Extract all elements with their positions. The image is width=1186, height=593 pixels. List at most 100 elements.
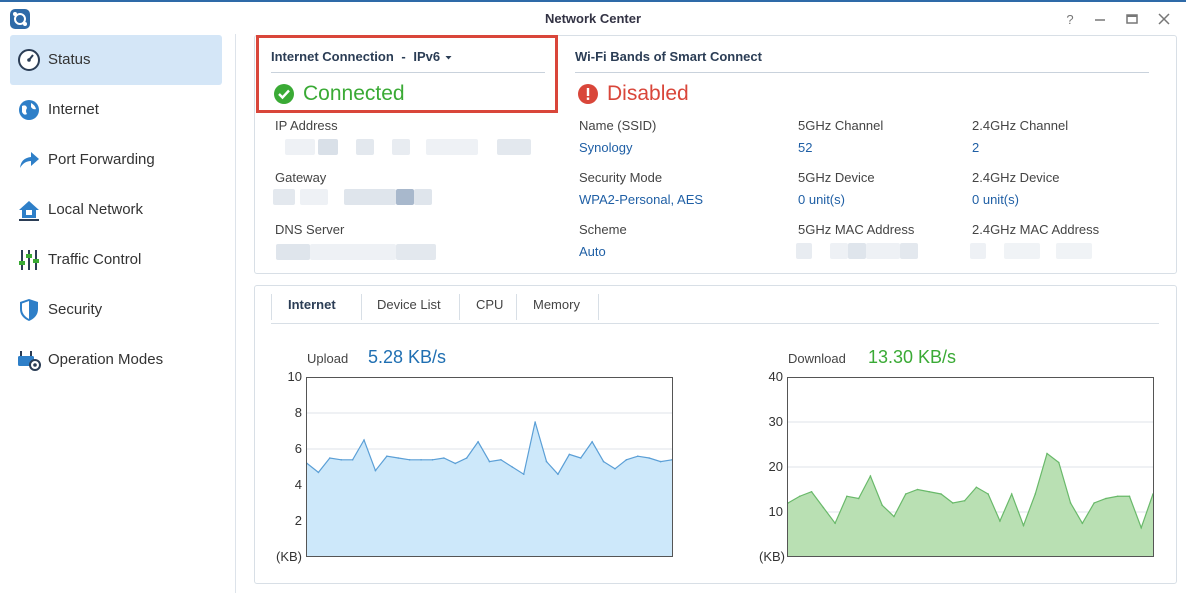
sidebar-item-label: Port Forwarding: [48, 151, 155, 168]
ip-address-label: IP Address: [275, 118, 338, 133]
upload-data-point: [431, 459, 434, 461]
upload-data-point: [351, 459, 354, 461]
download-data-point: [869, 475, 872, 477]
download-data-point: [1105, 497, 1107, 500]
globe-icon: [19, 100, 39, 120]
tab-cpu[interactable]: CPU: [476, 297, 503, 312]
sidebar-item-traffic-control[interactable]: Traffic Control: [10, 235, 222, 285]
help-icon[interactable]: ?: [1061, 10, 1079, 28]
minimize-icon[interactable]: [1091, 10, 1109, 28]
upload-data-point: [511, 466, 514, 468]
upload-data-point: [614, 468, 616, 470]
upload-y-tick-label: 10: [287, 369, 302, 384]
sidebar-item-label: Internet: [48, 101, 99, 118]
24ghz-channel-label: 2.4GHz Channel: [972, 118, 1069, 133]
upload-y-tick-label: 2: [294, 513, 302, 528]
download-data-point: [893, 515, 895, 518]
upload-data-point: [591, 441, 593, 443]
tab-memory[interactable]: Memory: [533, 297, 580, 312]
download-y-unit: (KB): [759, 549, 785, 564]
download-data-point: [1034, 493, 1037, 495]
download-data-point: [999, 520, 1001, 522]
download-data-point: [1058, 461, 1060, 464]
wifi-status: Disabled: [607, 82, 689, 105]
tab-separator: [516, 294, 517, 320]
download-data-point: [1116, 495, 1119, 498]
upload-data-point: [374, 469, 377, 472]
close-icon[interactable]: [1155, 10, 1173, 28]
upload-data-point: [420, 459, 422, 461]
download-data-point: [1093, 502, 1095, 504]
download-rate: 13.30 KB/s: [868, 347, 957, 367]
gateway-label: Gateway: [275, 170, 327, 185]
home-network-icon: [19, 201, 39, 221]
upload-data-point: [317, 471, 320, 474]
download-chart: [787, 377, 1154, 557]
sidebar-item-local-network[interactable]: Local Network: [10, 185, 222, 235]
download-data-point: [1140, 526, 1143, 529]
upload-data-point: [386, 455, 388, 457]
5ghz-channel-label: 5GHz Channel: [798, 118, 884, 133]
sidebar-item-security[interactable]: Security: [10, 285, 222, 335]
upload-data-point: [557, 473, 559, 475]
highlight-box: [256, 35, 558, 113]
upload-data-point: [408, 459, 411, 461]
upload-rate: 5.28 KB/s: [368, 347, 447, 367]
upload-data-point: [545, 460, 548, 463]
sidebar-item-label: Traffic Control: [48, 251, 142, 268]
tab-device-list[interactable]: Device List: [377, 297, 441, 312]
upload-data-point: [477, 441, 479, 443]
sidebar-item-port-forwarding[interactable]: Port Forwarding: [10, 135, 222, 185]
upload-data-point: [488, 460, 491, 463]
download-data-point: [975, 486, 978, 489]
shield-icon: [20, 299, 38, 321]
upload-data-point: [636, 455, 639, 457]
download-data-point: [846, 495, 848, 498]
download-y-tick-label: 30: [768, 414, 783, 429]
upload-data-point: [648, 457, 650, 459]
download-data-point: [798, 495, 801, 498]
upload-data-point: [454, 462, 457, 465]
tab-bar-underline: [271, 323, 1159, 324]
upload-y-unit: (KB): [276, 549, 302, 564]
tab-separator: [361, 294, 362, 320]
sidebar-item-status[interactable]: Status: [10, 35, 222, 85]
upload-data-point: [522, 473, 525, 475]
sidebar-item-label: Local Network: [48, 201, 144, 218]
sidebar-item-operation-modes[interactable]: Operation Modes: [10, 335, 222, 385]
upload-data-point: [363, 439, 365, 441]
upload-y-tick-label: 6: [294, 441, 302, 456]
download-data-point: [928, 490, 931, 493]
download-data-point: [1081, 522, 1084, 525]
sidebar-item-internet[interactable]: Internet: [10, 85, 222, 135]
gauge-icon: [18, 49, 40, 71]
tab-separator: [271, 294, 272, 320]
24ghz-mac-label: 2.4GHz MAC Address: [972, 222, 1100, 237]
upload-data-point: [625, 459, 628, 461]
upload-data-point: [443, 457, 445, 459]
tab-internet[interactable]: Internet: [288, 297, 336, 312]
ssid-label: Name (SSID): [579, 118, 657, 133]
download-data-point: [881, 504, 883, 507]
router-gear-icon: [18, 351, 41, 371]
download-data-point: [963, 499, 966, 502]
download-data-point: [904, 493, 907, 495]
upload-data-point: [659, 460, 662, 463]
download-data-point: [857, 497, 860, 500]
upload-data-point: [340, 459, 343, 461]
divider: [575, 72, 1149, 73]
upload-label: Upload: [307, 351, 349, 366]
upload-data-point: [568, 453, 571, 456]
download-data-point: [1010, 493, 1013, 495]
download-data-point: [834, 522, 836, 525]
sidebar-item-label: Status: [48, 51, 91, 68]
download-label: Download: [788, 351, 846, 366]
upload-y-tick-label: 8: [294, 405, 302, 420]
24ghz-device-value: 0 unit(s): [972, 192, 1019, 207]
maximize-icon[interactable]: [1123, 10, 1141, 28]
download-y-tick-label: 10: [768, 504, 783, 519]
download-data-point: [916, 488, 919, 491]
upload-data-point: [397, 457, 400, 459]
download-data-point: [940, 493, 942, 495]
download-data-point: [810, 490, 813, 493]
